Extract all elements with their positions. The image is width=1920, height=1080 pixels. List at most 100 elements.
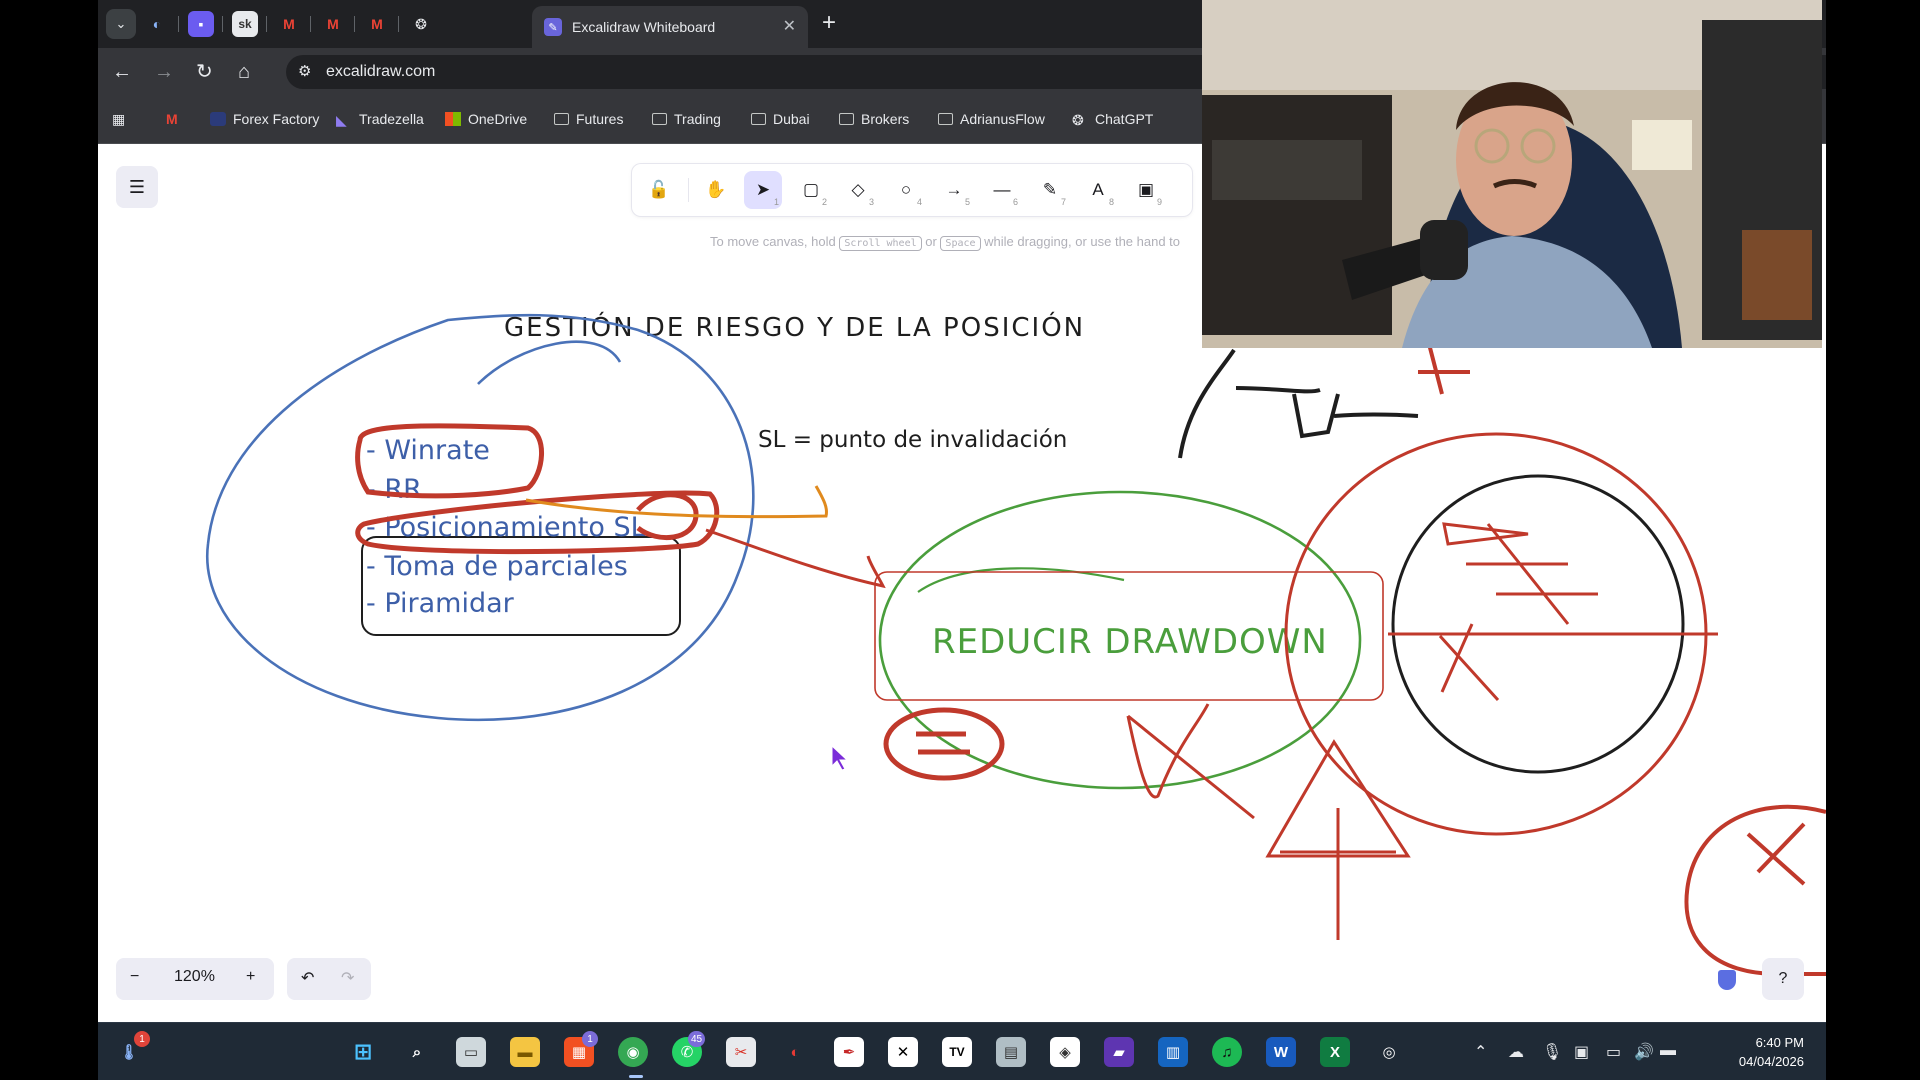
tab-excalidraw[interactable]: ✎ Excalidraw Whiteboard ✕: [532, 6, 808, 48]
file-explorer-icon[interactable]: ▬: [510, 1037, 540, 1067]
pinned-tab-gmail-2[interactable]: M: [320, 11, 346, 37]
pinned-tab-gmail-1[interactable]: M: [276, 11, 302, 37]
tool-image[interactable]: ▣ 9: [1127, 171, 1165, 209]
acrobat-icon[interactable]: ✒: [834, 1037, 864, 1067]
tray-chevron-up-icon[interactable]: ⌃: [1474, 1042, 1487, 1062]
list-item-parciales[interactable]: - Toma de parciales: [366, 551, 628, 582]
windows-start-icon[interactable]: ⊞: [348, 1037, 378, 1067]
calculator-icon[interactable]: ▤: [996, 1037, 1026, 1067]
red-arrow[interactable]: [705, 528, 886, 589]
tool-rectangle[interactable]: ▢ 2: [792, 171, 830, 209]
black-stroke-2[interactable]: [1235, 386, 1321, 394]
site-settings-icon[interactable]: ⚙: [298, 62, 311, 80]
red-alpha-top[interactable]: [1418, 339, 1470, 395]
word-icon[interactable]: W: [1266, 1037, 1296, 1067]
bookmark-futures[interactable]: Futures: [554, 111, 623, 127]
pinned-tab-chatgpt[interactable]: ❂: [408, 11, 434, 37]
spotify-icon[interactable]: ♫: [1212, 1037, 1242, 1067]
sl-note[interactable]: SL = punto de invalidación: [758, 427, 1067, 453]
drawdown-text[interactable]: REDUCIR DRAWDOWN: [932, 622, 1328, 662]
pinned-tab-2[interactable]: ▪: [188, 11, 214, 37]
bookmark-chatgpt[interactable]: ❂ ChatGPT: [1072, 111, 1153, 128]
tool-selection[interactable]: ➤ 1: [744, 171, 782, 209]
list-item-winrate[interactable]: - Winrate: [366, 435, 490, 466]
black-stroke-4[interactable]: [1292, 393, 1340, 439]
black-stroke-3[interactable]: [1333, 412, 1419, 418]
chrome-icon[interactable]: ◉: [618, 1037, 648, 1067]
home-icon[interactable]: ⌂: [238, 60, 250, 84]
pinned-tab-3[interactable]: sk: [232, 11, 258, 37]
board-title[interactable]: GESTIÓN DE RIESGO Y DE LA POSICIÓN: [504, 311, 1085, 343]
search-icon[interactable]: ⌕: [402, 1037, 432, 1067]
bookmark-onedrive[interactable]: OneDrive: [445, 111, 527, 127]
excel-icon[interactable]: X: [1320, 1037, 1350, 1067]
3d-app-icon[interactable]: ◈: [1050, 1037, 1080, 1067]
red-equals-circle[interactable]: [883, 707, 1005, 781]
red-circle-bottom-right[interactable]: [1684, 804, 1826, 976]
tool-lock[interactable]: 🔓: [640, 171, 678, 209]
bookmark-label: Tradezella: [359, 111, 424, 127]
bookmark-dubai[interactable]: Dubai: [751, 111, 810, 127]
tool-hand[interactable]: ✋: [697, 171, 735, 209]
volume-icon[interactable]: 🔊: [1634, 1042, 1654, 1062]
tool-ellipse[interactable]: ○ 4: [887, 171, 925, 209]
bookmark-gmail[interactable]: M: [166, 111, 178, 127]
tool-line[interactable]: —6: [983, 171, 1021, 209]
shape-toolbar: 🔓 ✋ ➤ 1 ▢ 2 ◇ 3 ○ 4 → 5 —6 ✎ 7 A8 ▣ 9: [632, 164, 1192, 216]
pinned-tab-1[interactable]: ◐: [144, 11, 170, 37]
tool-arrow[interactable]: → 5: [935, 171, 973, 209]
list-item-piramidar[interactable]: - Piramidar: [366, 588, 515, 619]
cloud-icon[interactable]: ☁: [1508, 1042, 1524, 1062]
battery-icon[interactable]: ▬: [1660, 1042, 1676, 1060]
tool-text[interactable]: A8: [1079, 171, 1117, 209]
pinned-tab-gmail-3[interactable]: M: [364, 11, 390, 37]
forward-arrow-icon[interactable]: →: [154, 60, 174, 84]
apps-grid-icon[interactable]: ▦: [112, 111, 125, 128]
bookmark-tradezella[interactable]: ◣ Tradezella: [336, 111, 424, 128]
tool-diamond[interactable]: ◇ 3: [839, 171, 877, 209]
help-button[interactable]: ?: [1762, 958, 1804, 1000]
red-cross[interactable]: [1280, 808, 1396, 940]
tool-draw[interactable]: ✎ 7: [1031, 171, 1069, 209]
back-arrow-icon[interactable]: ←: [112, 60, 132, 84]
bookmark-trading[interactable]: Trading: [652, 111, 721, 127]
clock[interactable]: 6:40 PM 04/04/2026: [1739, 1033, 1804, 1071]
bookmark-forex-factory[interactable]: Forex Factory: [210, 111, 319, 127]
shield-icon[interactable]: [1718, 970, 1736, 990]
main-menu-button[interactable]: ☰: [116, 166, 158, 208]
notification-badge: 1: [134, 1031, 150, 1047]
ellipse-icon: ○: [900, 180, 912, 199]
snipping-tool-icon[interactable]: ✂: [726, 1037, 756, 1067]
zoom-level[interactable]: 120%: [174, 968, 215, 986]
app-red-icon[interactable]: ◐: [780, 1037, 810, 1067]
microphone-icon[interactable]: 🎙: [1542, 1042, 1562, 1062]
reload-icon[interactable]: ↻: [196, 60, 213, 84]
equals-sign[interactable]: [916, 731, 970, 755]
black-stroke-1[interactable]: [1178, 348, 1236, 459]
obsidian-icon[interactable]: ▰: [1104, 1037, 1134, 1067]
obs-icon[interactable]: ◎: [1374, 1037, 1404, 1067]
bookmark-brokers[interactable]: Brokers: [839, 111, 909, 127]
undo-icon[interactable]: ↶: [301, 968, 314, 988]
microphone: [1420, 220, 1468, 280]
tab-search-button[interactable]: ⌄: [106, 9, 136, 39]
new-tab-button[interactable]: +: [822, 11, 836, 35]
tradingview-icon[interactable]: TV: [942, 1037, 972, 1067]
list-item-rr[interactable]: - RR: [366, 474, 422, 505]
zoom-out-button[interactable]: −: [130, 968, 139, 986]
bookmark-label: Forex Factory: [233, 111, 320, 127]
task-view-icon[interactable]: ▭: [456, 1037, 486, 1067]
network-icon[interactable]: ▭: [1606, 1042, 1621, 1062]
zoom-in-button[interactable]: +: [246, 968, 255, 986]
black-circle[interactable]: [1391, 474, 1685, 774]
blue-swoosh[interactable]: [477, 340, 622, 385]
bookmark-adrianusflow[interactable]: AdrianusFlow: [938, 111, 1045, 127]
display-icon[interactable]: ▣: [1574, 1042, 1589, 1062]
close-tab-icon[interactable]: ✕: [783, 16, 796, 36]
red-small-triangle[interactable]: [1442, 522, 1529, 546]
capcut-icon[interactable]: ✕: [888, 1037, 918, 1067]
trello-icon[interactable]: ▥: [1158, 1037, 1188, 1067]
red-alpha-mark-1[interactable]: [1126, 703, 1210, 799]
redo-icon[interactable]: ↷: [341, 968, 354, 988]
red-alpha-bottom-right[interactable]: [1746, 822, 1806, 886]
